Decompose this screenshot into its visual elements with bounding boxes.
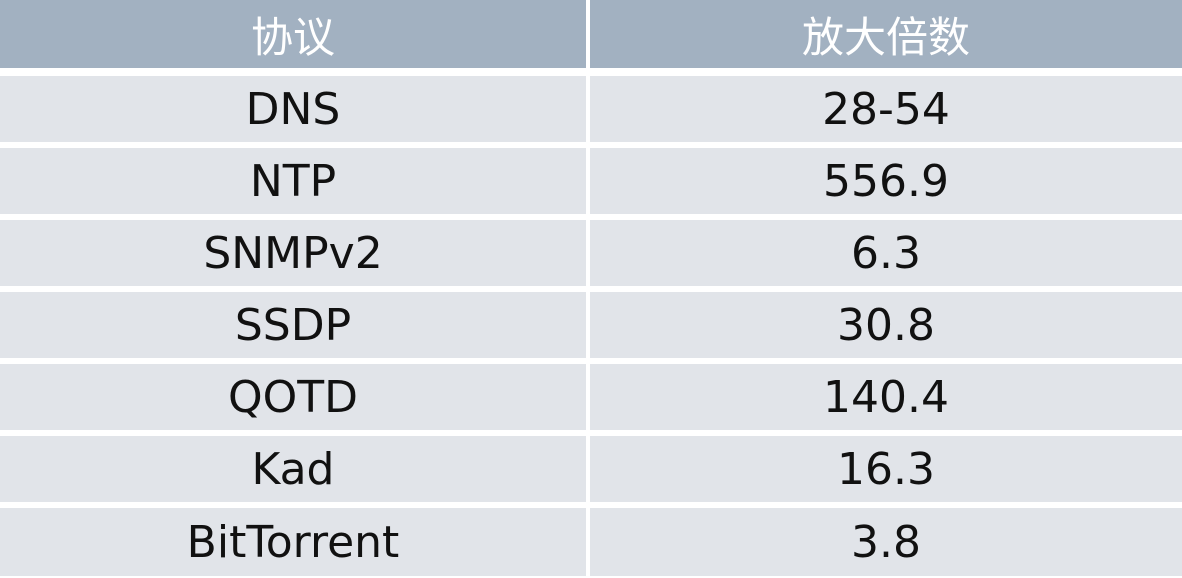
protocol-cell: DNS <box>0 76 586 142</box>
table-row: NTP 556.9 <box>0 148 1182 214</box>
table-row: SSDP 30.8 <box>0 292 1182 358</box>
amplification-cell: 16.3 <box>590 436 1182 502</box>
header-separator <box>0 68 1182 76</box>
table-row: DNS 28-54 <box>0 76 1182 142</box>
protocol-cell: Kad <box>0 436 586 502</box>
table-body: DNS 28-54 NTP 556.9 SNMPv2 6.3 SSDP 30.8… <box>0 76 1182 576</box>
header-protocol: 协议 <box>0 0 586 68</box>
protocol-cell: QOTD <box>0 364 586 430</box>
protocol-cell: NTP <box>0 148 586 214</box>
amplification-cell: 556.9 <box>590 148 1182 214</box>
amplification-table: 协议 放大倍数 DNS 28-54 NTP 556.9 SNMPv2 6.3 S… <box>0 0 1182 578</box>
protocol-cell: SSDP <box>0 292 586 358</box>
table-header-row: 协议 放大倍数 <box>0 0 1182 68</box>
amplification-cell: 28-54 <box>590 76 1182 142</box>
amplification-cell: 30.8 <box>590 292 1182 358</box>
amplification-cell: 140.4 <box>590 364 1182 430</box>
protocol-cell: BitTorrent <box>0 508 586 576</box>
table-row: Kad 16.3 <box>0 436 1182 502</box>
amplification-cell: 6.3 <box>590 220 1182 286</box>
table-row: BitTorrent 3.8 <box>0 508 1182 576</box>
table-row: SNMPv2 6.3 <box>0 220 1182 286</box>
protocol-cell: SNMPv2 <box>0 220 586 286</box>
amplification-cell: 3.8 <box>590 508 1182 576</box>
table-row: QOTD 140.4 <box>0 364 1182 430</box>
header-amplification-factor: 放大倍数 <box>590 0 1182 68</box>
